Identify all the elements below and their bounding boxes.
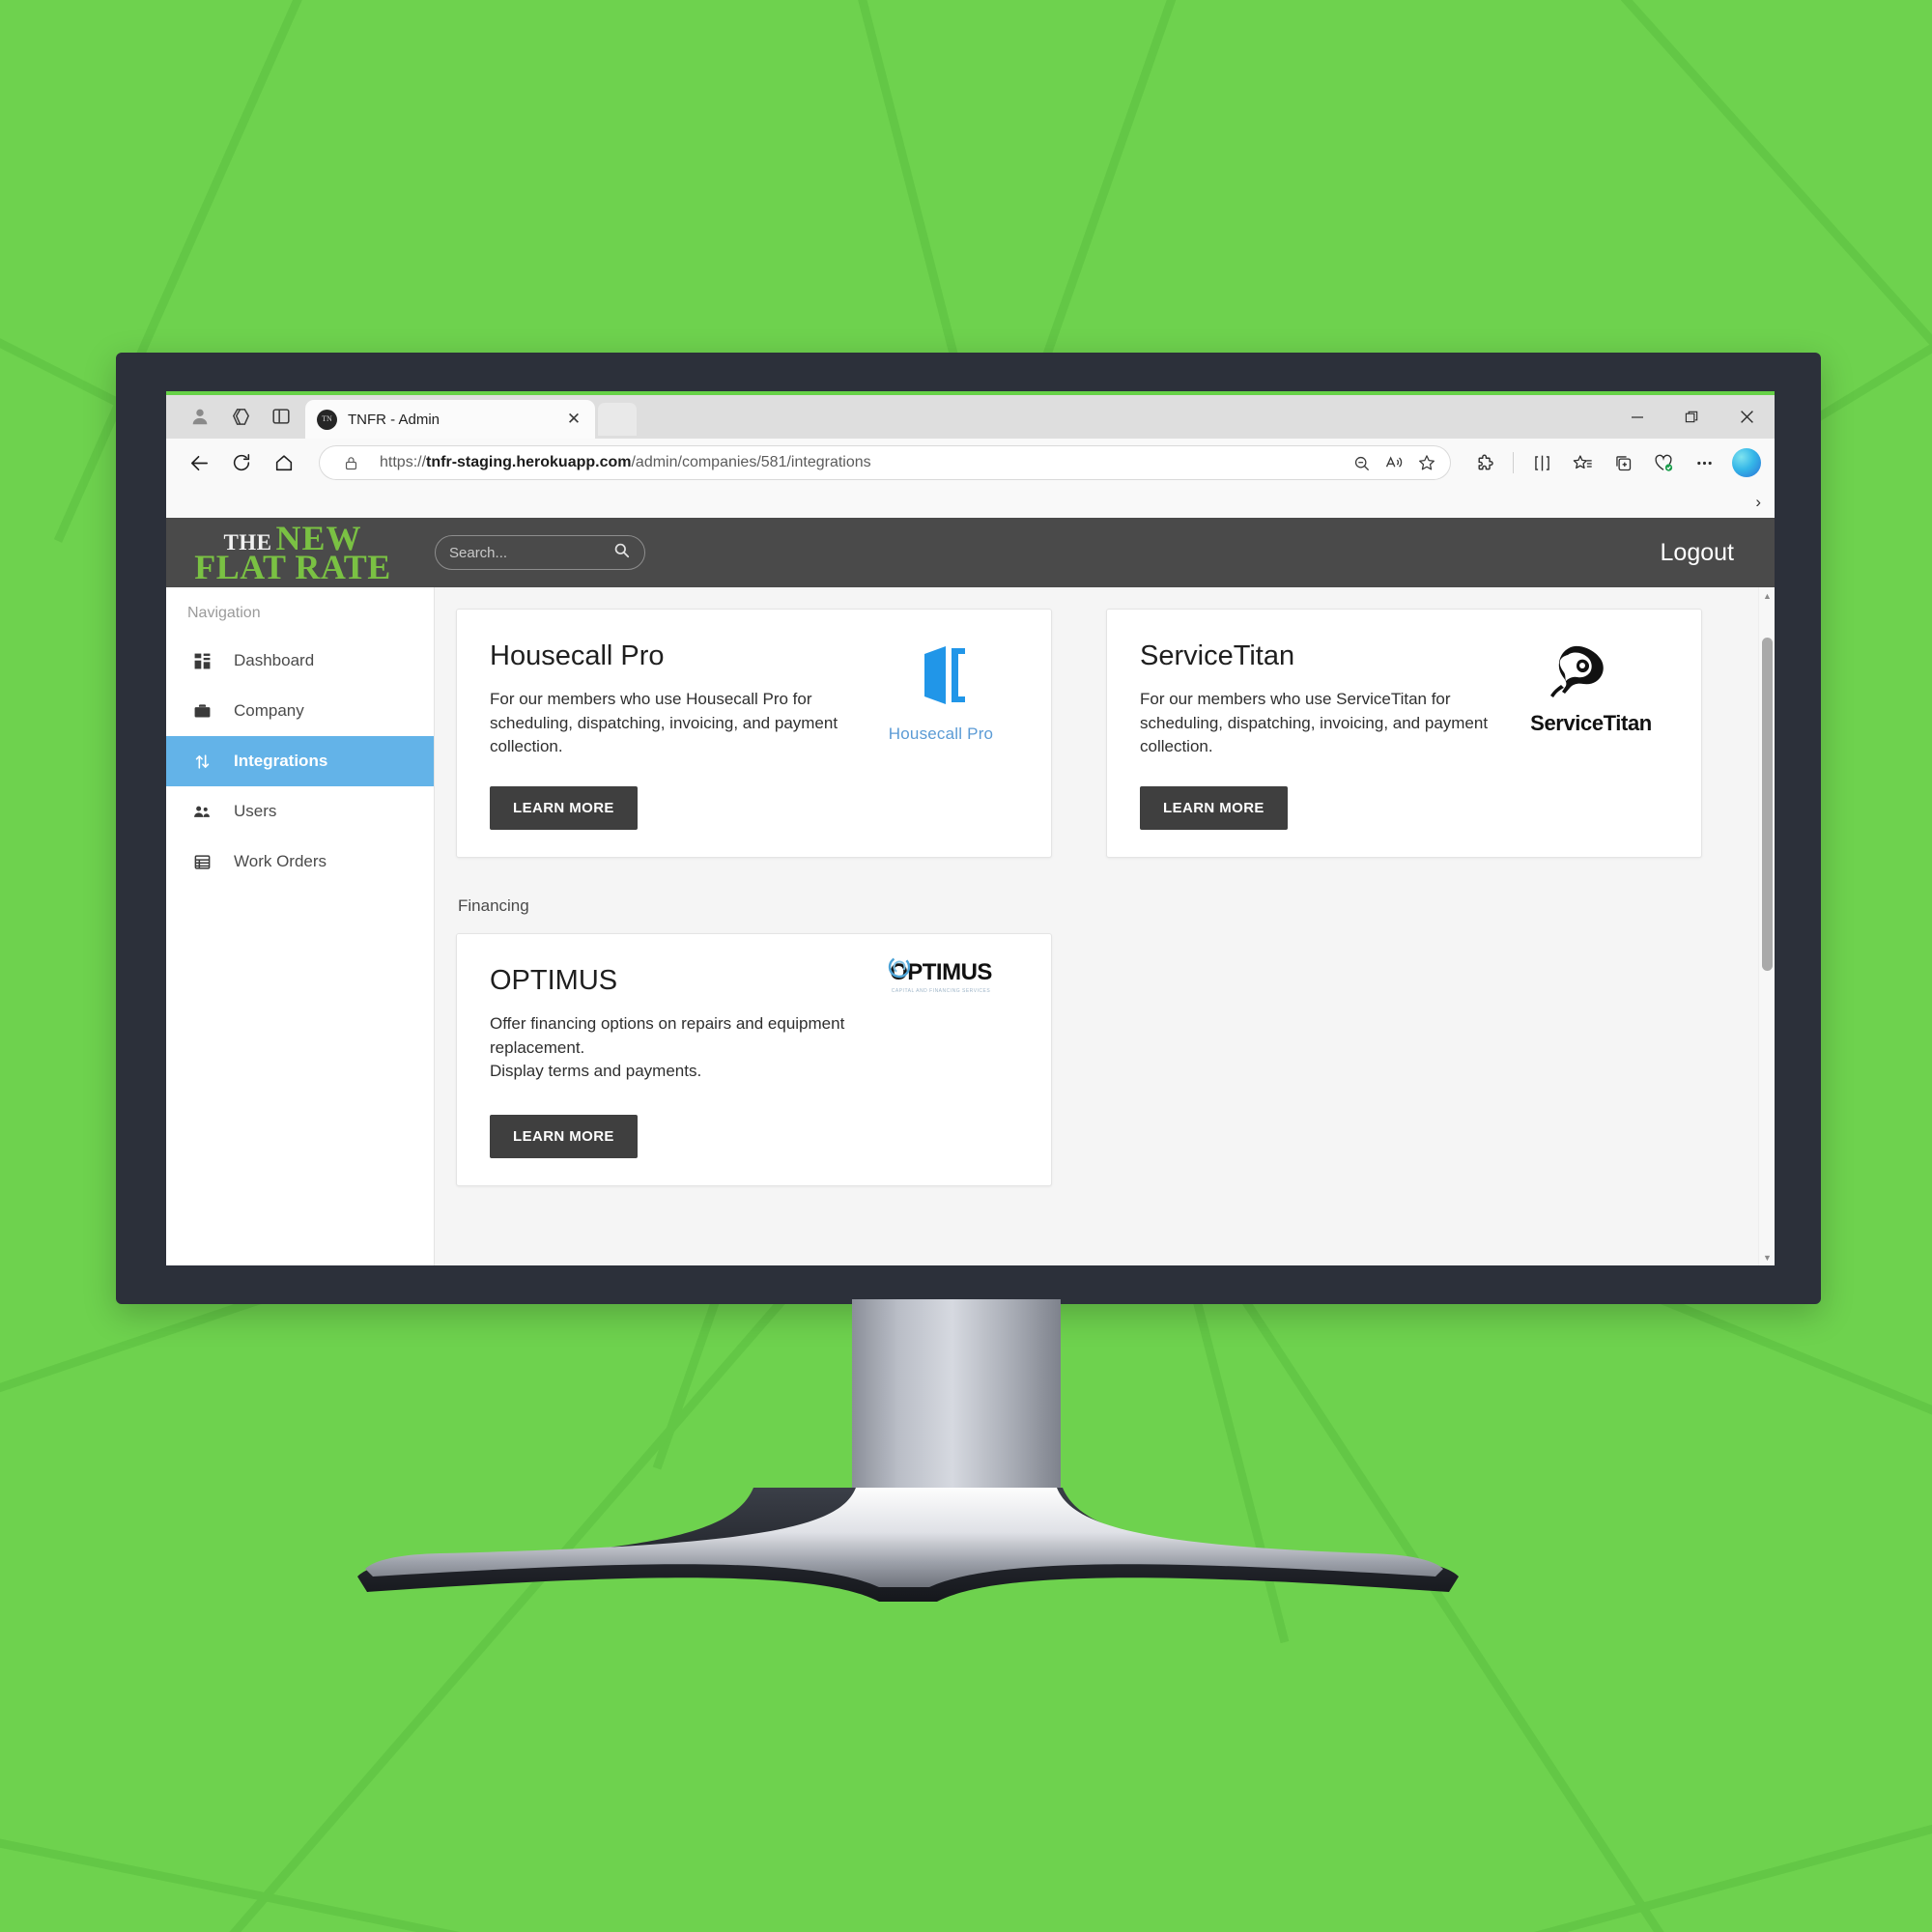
integration-card-servicetitan[interactable]: ServiceTitan For our members who use Ser… <box>1106 609 1702 858</box>
address-bar[interactable]: https://tnfr-staging.herokuapp.com/admin… <box>319 445 1451 480</box>
lock-icon <box>334 448 367 477</box>
servicetitan-wordmark: ServiceTitan <box>1530 711 1652 735</box>
chevron-right-icon[interactable]: › <box>1755 493 1761 512</box>
logout-button[interactable]: Logout <box>1661 539 1734 567</box>
sidebar-item-integrations[interactable]: Integrations <box>166 736 434 786</box>
card-description: Offer financing options on repairs and e… <box>490 1014 845 1081</box>
close-button[interactable] <box>1719 395 1775 439</box>
tnfr-logo: THE NEW FLAT RATE <box>191 521 394 584</box>
learn-more-button[interactable]: LEARN MORE <box>490 786 638 830</box>
home-icon[interactable] <box>265 444 303 481</box>
favorite-star-icon[interactable] <box>1410 448 1443 477</box>
toolbar-divider <box>1513 452 1514 473</box>
briefcase-icon <box>191 702 213 721</box>
new-tab-button[interactable] <box>598 403 637 436</box>
copilot-icon[interactable] <box>1732 448 1761 477</box>
search-input[interactable]: Search... <box>435 535 645 570</box>
integration-cards-row: Housecall Pro For our members who use Ho… <box>456 609 1775 858</box>
search-placeholder: Search... <box>449 544 508 561</box>
extensions-icon[interactable] <box>1466 444 1503 481</box>
servicetitan-head-icon <box>1549 645 1604 697</box>
financing-section-label: Financing <box>458 896 529 915</box>
learn-more-button[interactable]: LEARN MORE <box>1140 786 1288 830</box>
favorites-bar: › <box>166 487 1775 518</box>
content-scrollbar[interactable]: ▲ ▼ <box>1758 587 1775 1265</box>
restore-button[interactable] <box>1664 395 1719 439</box>
transfer-arrows-icon <box>191 753 213 771</box>
window-controls <box>1609 395 1775 439</box>
housecall-pro-door-icon <box>924 646 965 704</box>
housecall-pro-logo: Housecall Pro <box>864 642 1018 744</box>
scrollbar-up-arrow[interactable]: ▲ <box>1759 587 1775 604</box>
profile-avatar-icon[interactable] <box>180 397 220 436</box>
optimus-logo-subtitle: CAPITAL AND FINANCING SERVICES <box>891 988 991 994</box>
learn-more-button[interactable]: LEARN MORE <box>490 1115 638 1158</box>
zoom-out-icon[interactable] <box>1345 448 1378 477</box>
monitor-stand-base <box>357 1488 1459 1602</box>
tab-favicon-icon: TN <box>317 409 337 430</box>
admin-app: THE NEW FLAT RATE Search... Logout Navig… <box>166 518 1775 1265</box>
workspaces-icon[interactable] <box>220 397 261 436</box>
tab-close-icon[interactable]: ✕ <box>564 410 583 429</box>
users-icon <box>191 802 213 821</box>
optimus-swirl-icon <box>888 955 911 979</box>
servicetitan-logo: ServiceTitan <box>1514 642 1668 736</box>
read-aloud-icon[interactable] <box>1378 448 1410 477</box>
sidebar-section-label: Navigation <box>187 605 261 621</box>
monitor-bezel: TN TNFR - Admin ✕ https://tnfr-staging.h… <box>116 353 1821 1304</box>
sidebar-item-users[interactable]: Users <box>166 786 434 837</box>
browser-essentials-icon[interactable] <box>1645 444 1682 481</box>
optimus-logo: OPTIMUS CAPITAL AND FINANCING SERVICES <box>864 955 1018 994</box>
work-orders-icon <box>191 853 213 871</box>
favorites-icon[interactable] <box>1564 444 1601 481</box>
split-screen-icon[interactable] <box>1523 444 1560 481</box>
url-text: https://tnfr-staging.herokuapp.com/admin… <box>380 454 871 470</box>
sidebar-item-label: Company <box>234 701 304 720</box>
browser-tab[interactable]: TN TNFR - Admin ✕ <box>305 400 595 439</box>
browser-window: TN TNFR - Admin ✕ https://tnfr-staging.h… <box>166 395 1775 1265</box>
sidebar-item-label: Integrations <box>234 752 328 770</box>
scrollbar-down-arrow[interactable]: ▼ <box>1759 1249 1775 1265</box>
sidebar-item-dashboard[interactable]: Dashboard <box>166 636 434 686</box>
minimize-button[interactable] <box>1609 395 1664 439</box>
sidebar-item-label: Dashboard <box>234 651 315 669</box>
integration-card-housecall-pro[interactable]: Housecall Pro For our members who use Ho… <box>456 609 1052 858</box>
app-header: THE NEW FLAT RATE Search... Logout <box>166 518 1775 587</box>
search-icon[interactable] <box>612 541 631 564</box>
integrations-content: Housecall Pro For our members who use Ho… <box>435 587 1775 1265</box>
dashboard-grid-icon <box>191 652 213 670</box>
tab-actions-icon[interactable] <box>261 397 301 436</box>
browser-toolbar: https://tnfr-staging.herokuapp.com/admin… <box>166 439 1775 487</box>
integration-card-optimus[interactable]: OPTIMUS Offer financing options on repai… <box>456 933 1052 1186</box>
card-description: For our members who use ServiceTitan for… <box>1140 690 1489 756</box>
collections-icon[interactable] <box>1605 444 1641 481</box>
sidebar-item-company[interactable]: Company <box>166 686 434 736</box>
scrollbar-thumb[interactable] <box>1762 638 1773 971</box>
housecall-pro-wordmark: Housecall Pro <box>888 724 994 743</box>
more-options-icon[interactable] <box>1686 444 1722 481</box>
logo-flat-rate: FLAT RATE <box>194 548 391 586</box>
back-icon[interactable] <box>180 444 218 481</box>
sidebar-item-label: Work Orders <box>234 852 327 870</box>
card-description: For our members who use Housecall Pro fo… <box>490 690 838 756</box>
sidebar-item-work-orders[interactable]: Work Orders <box>166 837 434 887</box>
sidebar-item-label: Users <box>234 802 277 820</box>
refresh-icon[interactable] <box>222 444 261 481</box>
app-body: Navigation Dashboard Company Integration… <box>166 587 1775 1265</box>
tab-title: TNFR - Admin <box>348 411 440 428</box>
monitor-screen: TN TNFR - Admin ✕ https://tnfr-staging.h… <box>166 391 1775 1265</box>
sidebar: Navigation Dashboard Company Integration… <box>166 587 435 1265</box>
browser-tab-strip: TN TNFR - Admin ✕ <box>166 395 1775 439</box>
